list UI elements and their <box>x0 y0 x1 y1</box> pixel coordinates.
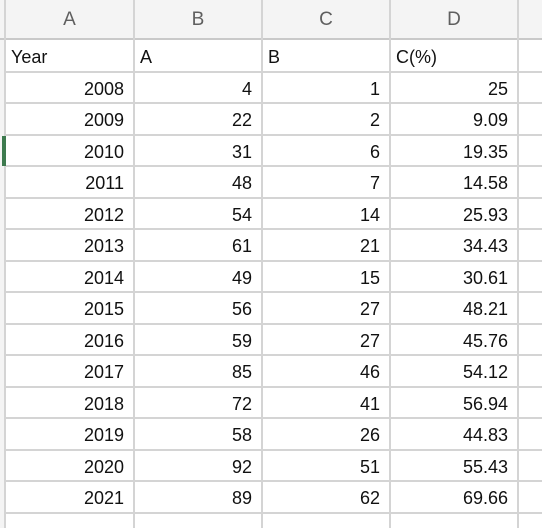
data-cell[interactable]: 2009 <box>5 104 134 135</box>
data-cell[interactable]: 14 <box>262 199 390 230</box>
data-cell[interactable]: 2013 <box>5 230 134 261</box>
data-cell[interactable]: 2019 <box>5 419 134 450</box>
data-cell[interactable]: 48.21 <box>390 293 518 324</box>
column-header-c[interactable]: C <box>262 0 390 38</box>
data-cell[interactable]: 25.93 <box>390 199 518 230</box>
data-cell[interactable]: 55.43 <box>390 451 518 482</box>
data-cell[interactable]: 2016 <box>5 325 134 356</box>
data-cell[interactable]: 2008 <box>5 73 134 104</box>
data-cell[interactable]: 27 <box>262 293 390 324</box>
data-cell[interactable]: 48 <box>134 167 262 198</box>
data-cell[interactable]: 44.83 <box>390 419 518 450</box>
data-cell[interactable]: 41 <box>262 388 390 419</box>
column-header-b[interactable]: B <box>134 0 262 38</box>
data-cell[interactable]: 2 <box>262 104 390 135</box>
data-cell[interactable]: 56 <box>134 293 262 324</box>
data-cell[interactable]: 14.58 <box>390 167 518 198</box>
data-cell[interactable]: 2011 <box>5 167 134 198</box>
data-cell[interactable]: 45.76 <box>390 325 518 356</box>
data-cell[interactable]: 26 <box>262 419 390 450</box>
data-cell[interactable]: 61 <box>134 230 262 261</box>
data-cell[interactable]: 9.09 <box>390 104 518 135</box>
spreadsheet-grid: ABCD Year A B C(%) 2008 4 1 25 2009 22 2 9.09 2010 31… <box>0 0 542 528</box>
data-cell[interactable]: 54 <box>134 199 262 230</box>
header-cell[interactable]: B <box>262 41 390 72</box>
data-cell[interactable]: 72 <box>134 388 262 419</box>
data-cell[interactable]: 21 <box>262 230 390 261</box>
data-cell[interactable]: 25 <box>390 73 518 104</box>
data-cell[interactable]: 2012 <box>5 199 134 230</box>
data-cell[interactable]: 31 <box>134 136 262 167</box>
data-cell[interactable]: 19.35 <box>390 136 518 167</box>
data-cell[interactable]: 30.61 <box>390 262 518 293</box>
data-cell[interactable]: 2015 <box>5 293 134 324</box>
data-cell[interactable]: 22 <box>134 104 262 135</box>
data-cell[interactable]: 2010 <box>5 136 134 167</box>
data-cell[interactable]: 62 <box>262 482 390 513</box>
data-cell[interactable]: 2014 <box>5 262 134 293</box>
data-cell[interactable]: 15 <box>262 262 390 293</box>
data-cell[interactable]: 85 <box>134 356 262 387</box>
data-cell[interactable]: 2017 <box>5 356 134 387</box>
data-cell[interactable]: 2021 <box>5 482 134 513</box>
data-cell[interactable]: 2018 <box>5 388 134 419</box>
data-cell[interactable]: 34.43 <box>390 230 518 261</box>
data-cell[interactable]: 69.66 <box>390 482 518 513</box>
data-cell[interactable]: 51 <box>262 451 390 482</box>
column-header-d[interactable]: D <box>390 0 518 38</box>
data-cell[interactable]: 54.12 <box>390 356 518 387</box>
data-cell[interactable]: 58 <box>134 419 262 450</box>
column-header-a[interactable]: A <box>5 0 134 38</box>
data-cell[interactable]: 7 <box>262 167 390 198</box>
data-cell[interactable]: 46 <box>262 356 390 387</box>
data-cell[interactable]: 89 <box>134 482 262 513</box>
header-cell[interactable]: Year <box>5 41 134 72</box>
header-cell[interactable]: C(%) <box>390 41 518 72</box>
data-cell[interactable]: 49 <box>134 262 262 293</box>
data-cell[interactable]: 59 <box>134 325 262 356</box>
data-cell[interactable]: 92 <box>134 451 262 482</box>
data-cell[interactable]: 1 <box>262 73 390 104</box>
header-cell[interactable]: A <box>134 41 262 72</box>
data-cell[interactable]: 2020 <box>5 451 134 482</box>
data-cell[interactable]: 4 <box>134 73 262 104</box>
data-cell[interactable]: 6 <box>262 136 390 167</box>
data-cell[interactable]: 27 <box>262 325 390 356</box>
data-cell[interactable]: 56.94 <box>390 388 518 419</box>
